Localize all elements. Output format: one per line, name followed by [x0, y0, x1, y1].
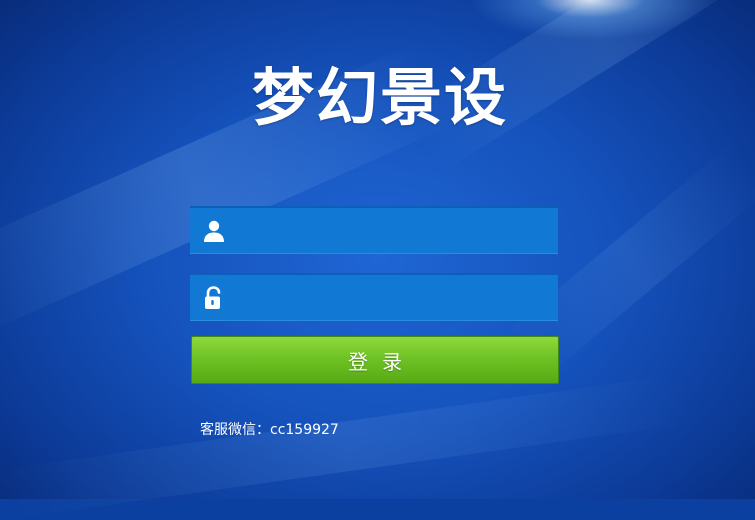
app-logo: 梦幻景设 [251, 61, 508, 134]
customer-service-contact: 客服微信：cc159927 [200, 422, 339, 438]
login-button[interactable]: 登录 [191, 336, 559, 384]
username-input[interactable] [238, 208, 558, 253]
password-field[interactable] [190, 273, 558, 321]
user-icon [190, 208, 238, 254]
username-field[interactable] [190, 206, 558, 254]
password-input[interactable] [238, 275, 558, 320]
unlock-icon [190, 275, 238, 321]
